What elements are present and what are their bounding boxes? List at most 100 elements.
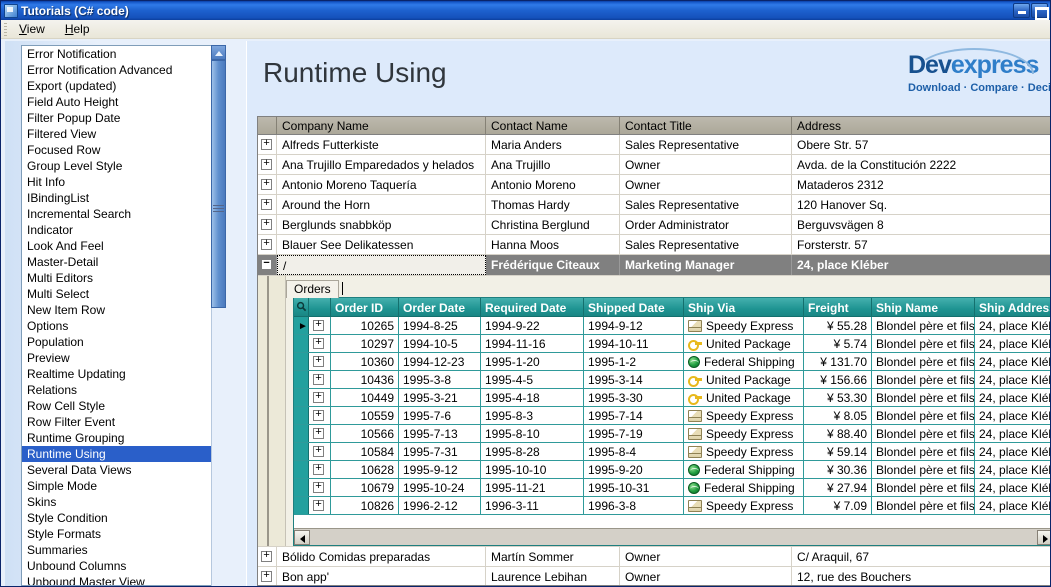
expand-row-icon[interactable]: + (313, 482, 324, 493)
row-indicator[interactable]: + (258, 215, 277, 234)
cell-contact-name[interactable]: Martín Sommer (486, 547, 620, 566)
cell-ship-address[interactable]: 24, place Klébe (975, 407, 1050, 424)
expand-row-icon[interactable]: + (313, 446, 324, 457)
minimize-button[interactable] (1013, 3, 1030, 18)
list-item[interactable]: Realtime Updating (22, 366, 225, 382)
column-header-order-date[interactable]: Order Date (399, 298, 481, 316)
expand-row-icon[interactable]: + (313, 356, 324, 367)
column-header-contact-title[interactable]: Contact Title (620, 117, 792, 134)
cell-shipped-date[interactable]: 1995-7-14 (584, 407, 684, 424)
column-header-ship-name[interactable]: Ship Name (872, 298, 975, 316)
cell-freight[interactable]: ¥ 88.40 (804, 425, 872, 442)
sidebar-scrollbar-thumb[interactable] (211, 60, 226, 308)
cell-order-date[interactable]: 1994-12-23 (399, 353, 481, 370)
detail-horizontal-scrollbar[interactable] (294, 528, 1050, 545)
orders-detail-grid[interactable]: Order ID Order Date Required Date Shippe… (293, 297, 1050, 546)
cell-address[interactable]: C/ Araquil, 67 (792, 547, 1050, 566)
cell-ship-via[interactable]: Federal Shipping (684, 353, 804, 370)
cell-shipped-date[interactable]: 1995-1-2 (584, 353, 684, 370)
cell-shipped-date[interactable]: 1994-9-12 (584, 317, 684, 334)
cell-order-id[interactable]: 10449 (331, 389, 399, 406)
list-item[interactable]: Skins (22, 494, 225, 510)
detail-row-expander[interactable]: + (309, 497, 331, 514)
sidebar-item-runtime-using[interactable]: Runtime Using (22, 446, 225, 462)
expand-row-icon[interactable]: + (261, 159, 272, 170)
cell-ship-address[interactable]: 24, place Klébe (975, 353, 1050, 370)
cell-required-date[interactable]: 1995-1-20 (481, 353, 584, 370)
list-item[interactable]: New Item Row (22, 302, 225, 318)
cell-required-date[interactable]: 1995-10-10 (481, 461, 584, 478)
cell-address[interactable]: Forsterstr. 57 (792, 235, 1050, 254)
cell-order-date[interactable]: 1995-3-8 (399, 371, 481, 388)
cell-ship-address[interactable]: 24, place Klébe (975, 425, 1050, 442)
cell-required-date[interactable]: 1995-4-18 (481, 389, 584, 406)
row-indicator[interactable]: + (258, 175, 277, 194)
cell-shipped-date[interactable]: 1995-10-31 (584, 479, 684, 496)
scroll-up-arrow-icon[interactable] (211, 45, 226, 60)
detail-row-indicator[interactable] (294, 335, 309, 352)
cell-ship-address[interactable]: 24, place Klébe (975, 317, 1050, 334)
cell-contact-name[interactable]: Laurence Lebihan (486, 567, 620, 585)
table-row[interactable]: + Around the Horn Thomas Hardy Sales Rep… (258, 195, 1050, 215)
detail-row[interactable]: + 10566 1995-7-13 1995-8-10 1995-7-19 Sp… (294, 425, 1050, 443)
detail-row[interactable]: + 10449 1995-3-21 1995-4-18 1995-3-30 Un… (294, 389, 1050, 407)
detail-row[interactable]: + 10297 1994-10-5 1994-11-16 1994-10-11 … (294, 335, 1050, 353)
expand-row-icon[interactable]: + (313, 374, 324, 385)
cell-order-id[interactable]: 10265 (331, 317, 399, 334)
column-header-freight[interactable]: Freight (804, 298, 872, 316)
row-indicator[interactable]: + (258, 235, 277, 254)
expand-row-icon[interactable]: + (261, 219, 272, 230)
expand-row-icon[interactable]: + (261, 239, 272, 250)
expand-row-icon[interactable]: + (261, 551, 272, 562)
detail-row-expander[interactable]: + (309, 407, 331, 424)
search-icon[interactable] (296, 301, 307, 312)
expand-row-icon[interactable]: + (261, 199, 272, 210)
cell-freight[interactable]: ¥ 7.09 (804, 497, 872, 514)
cell-contact-title[interactable]: Sales Representative (620, 135, 792, 154)
cell-shipped-date[interactable]: 1995-9-20 (584, 461, 684, 478)
detail-row-indicator[interactable] (294, 497, 309, 514)
cell-contact-name[interactable]: Frédérique Citeaux (486, 255, 620, 275)
list-item[interactable]: Row Cell Style (22, 398, 225, 414)
cell-contact-name[interactable]: Antonio Moreno (486, 175, 620, 194)
cell-order-id[interactable]: 10679 (331, 479, 399, 496)
cell-required-date[interactable]: 1994-9-22 (481, 317, 584, 334)
list-item[interactable]: Filter Popup Date (22, 110, 225, 126)
cell-order-date[interactable]: 1996-2-12 (399, 497, 481, 514)
list-item[interactable]: Indicator (22, 222, 225, 238)
list-item[interactable]: Population (22, 334, 225, 350)
row-indicator[interactable]: + (258, 155, 277, 174)
cell-contact-name[interactable]: Christina Berglund (486, 215, 620, 234)
cell-ship-address[interactable]: 24, place Klébe (975, 371, 1050, 388)
cell-freight[interactable]: ¥ 5.74 (804, 335, 872, 352)
list-item[interactable]: Master-Detail (22, 254, 225, 270)
cell-freight[interactable]: ¥ 131.70 (804, 353, 872, 370)
list-item[interactable]: Options (22, 318, 225, 334)
cell-address[interactable]: 120 Hanover Sq. (792, 195, 1050, 214)
detail-scrollbar-track[interactable] (310, 529, 1037, 545)
cell-company-name-editor[interactable]: / (277, 255, 486, 275)
cell-address[interactable]: Avda. de la Constitución 2222 (792, 155, 1050, 174)
list-item[interactable]: Hit Info (22, 174, 225, 190)
detail-row-indicator[interactable] (294, 461, 309, 478)
list-item[interactable]: Multi Editors (22, 270, 225, 286)
scroll-left-arrow-icon[interactable] (294, 529, 310, 545)
list-item[interactable]: IBindingList (22, 190, 225, 206)
cell-required-date[interactable]: 1995-11-21 (481, 479, 584, 496)
cell-freight[interactable]: ¥ 8.05 (804, 407, 872, 424)
collapse-row-icon[interactable]: − (261, 259, 272, 270)
cell-ship-via[interactable]: Speedy Express (684, 407, 804, 424)
cell-ship-name[interactable]: Blondel père et fils (872, 443, 975, 460)
cell-order-date[interactable]: 1994-10-5 (399, 335, 481, 352)
detail-row-indicator[interactable] (294, 371, 309, 388)
cell-ship-via[interactable]: Federal Shipping (684, 479, 804, 496)
detail-row[interactable]: + 10628 1995-9-12 1995-10-10 1995-9-20 F… (294, 461, 1050, 479)
column-header-order-id[interactable]: Order ID (331, 298, 399, 316)
detail-row-indicator[interactable] (294, 479, 309, 496)
detail-row[interactable]: + 10360 1994-12-23 1995-1-20 1995-1-2 Fe… (294, 353, 1050, 371)
expand-row-icon[interactable]: + (313, 392, 324, 403)
column-header-company-name[interactable]: Company Name (277, 117, 486, 134)
cell-company-name[interactable]: Bon app' (277, 567, 486, 585)
cell-ship-via[interactable]: Speedy Express (684, 443, 804, 460)
list-item[interactable]: Unbound Master View (22, 574, 225, 585)
